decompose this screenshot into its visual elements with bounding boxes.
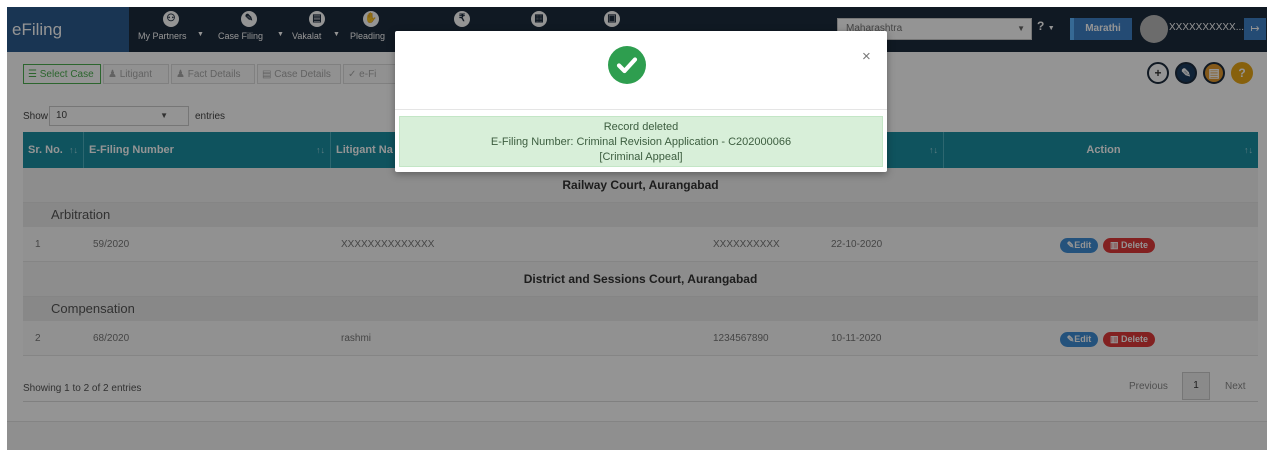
- alert-line-3: [Criminal Appeal]: [599, 151, 683, 163]
- alert-line-2: E-Filing Number: Criminal Revision Appli…: [490, 136, 792, 148]
- alert-line-1: Record deleted: [603, 121, 679, 133]
- divider: [395, 109, 887, 110]
- page: eFiling Services ⚇ My Partners ▼ ✎ Case …: [7, 7, 1267, 450]
- success-modal: × Record deleted E-Filing Number: Crimin…: [395, 31, 887, 172]
- close-icon[interactable]: ×: [862, 48, 871, 65]
- success-check-icon: [608, 46, 646, 84]
- success-alert: Record deleted E-Filing Number: Criminal…: [399, 116, 883, 167]
